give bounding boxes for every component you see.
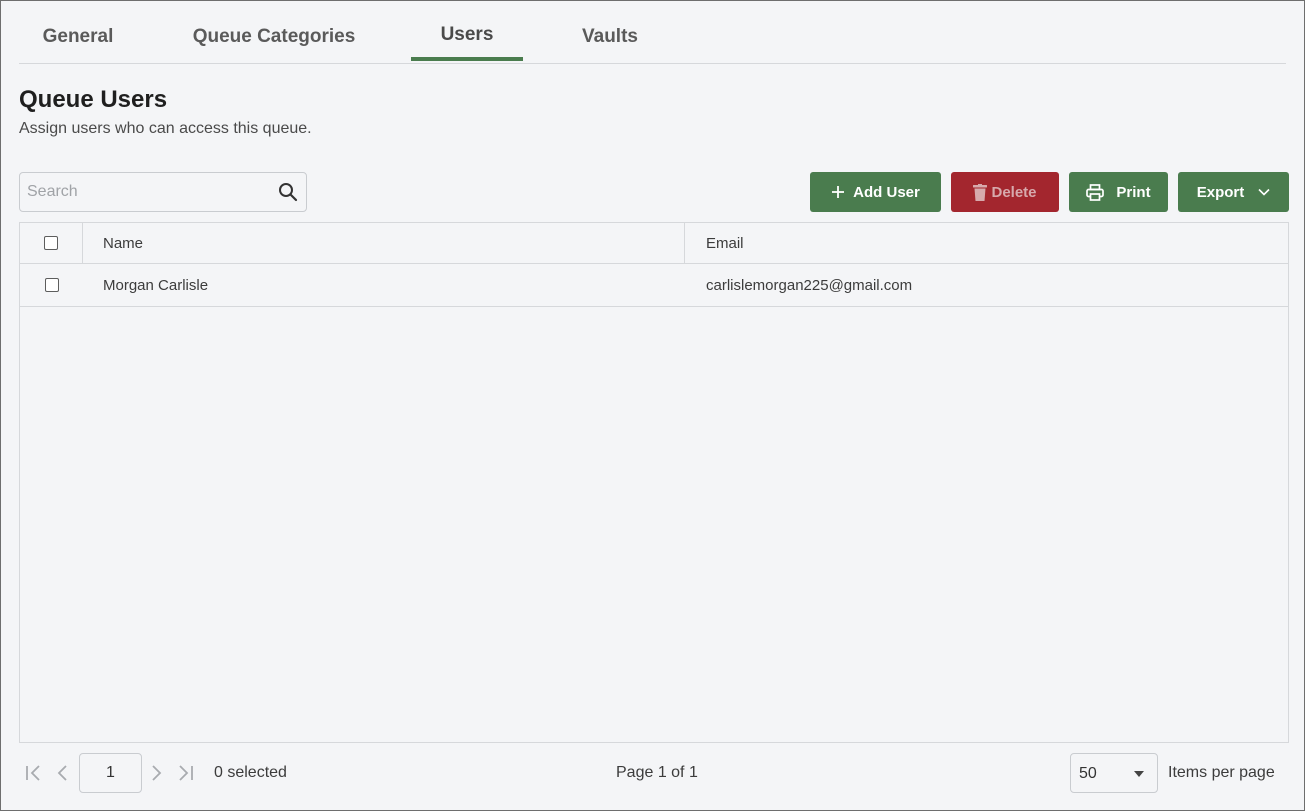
print-label: Print	[1116, 183, 1151, 201]
items-per-page-value: 50	[1079, 765, 1097, 782]
chevron-down-icon	[1258, 188, 1270, 196]
tab-users[interactable]: Users	[411, 24, 523, 61]
caret-down-icon	[1134, 771, 1144, 777]
prev-page-icon[interactable]	[54, 763, 72, 783]
row-checkbox-cell	[20, 264, 83, 306]
printer-icon	[1086, 183, 1105, 201]
row-checkbox[interactable]	[44, 278, 59, 292]
trash-icon	[973, 183, 988, 201]
add-user-label: Add User	[853, 183, 920, 201]
users-table: Name Email Morgan Carlisle carlislemorga…	[19, 222, 1289, 743]
tab-bar: General Queue Categories Users Vaults	[19, 18, 1286, 64]
row-email: carlislemorgan225@gmail.com	[706, 276, 913, 294]
column-header-name[interactable]: Name	[83, 223, 685, 263]
search-icon[interactable]	[278, 182, 298, 202]
delete-button[interactable]: Delete	[951, 172, 1059, 212]
plus-icon	[832, 186, 845, 198]
next-page-icon[interactable]	[148, 763, 166, 783]
last-page-icon[interactable]	[177, 763, 195, 783]
table-row[interactable]: Morgan Carlisle carlislemorgan225@gmail.…	[20, 264, 1288, 307]
export-button[interactable]: Export	[1178, 172, 1289, 212]
page-info: Page 1 of 1	[616, 764, 698, 781]
print-button[interactable]: Print	[1069, 172, 1168, 212]
table-header: Name Email	[20, 223, 1288, 264]
column-header-email[interactable]: Email	[685, 223, 744, 263]
page-number-input[interactable]	[79, 753, 142, 793]
add-user-button[interactable]: Add User	[810, 172, 941, 212]
export-label: Export	[1196, 183, 1245, 201]
first-page-icon[interactable]	[24, 763, 42, 783]
items-per-page-select[interactable]: 50	[1070, 753, 1158, 793]
header-checkbox-cell	[20, 223, 83, 263]
delete-label: Delete	[991, 183, 1037, 201]
page-subtitle: Assign users who can access this queue.	[19, 120, 312, 137]
items-per-page-label: Items per page	[1168, 764, 1275, 781]
tab-vaults[interactable]: Vaults	[577, 26, 643, 63]
tab-general[interactable]: General	[39, 26, 117, 63]
page-title: Queue Users	[19, 86, 168, 113]
search-input[interactable]	[20, 173, 270, 211]
select-all-checkbox[interactable]	[44, 236, 58, 250]
row-name: Morgan Carlisle	[103, 276, 209, 294]
selected-count: 0 selected	[214, 764, 287, 781]
tab-queue-categories[interactable]: Queue Categories	[185, 26, 363, 63]
search-box	[19, 172, 307, 212]
